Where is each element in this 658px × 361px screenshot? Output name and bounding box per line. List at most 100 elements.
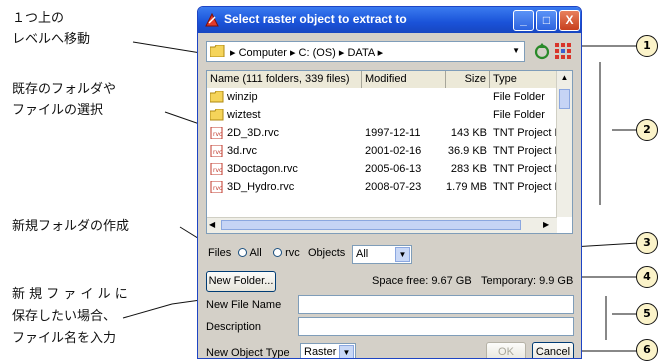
crumb-separator: ▸ bbox=[338, 47, 345, 59]
annotation-line: 新 規 フ ァ イ ル に bbox=[12, 287, 128, 302]
dialog-title: Select raster object to extract to bbox=[224, 12, 407, 26]
horizontal-scrollbar[interactable]: ◀ ▶ bbox=[207, 217, 557, 233]
file-size: 1.79 MB bbox=[446, 181, 487, 193]
annotation-line: ファイルの選択 bbox=[12, 103, 104, 118]
folder-icon bbox=[210, 109, 224, 121]
file-type: File Folder bbox=[493, 91, 545, 103]
svg-text:rvc: rvc bbox=[213, 131, 222, 138]
file-type: File Folder bbox=[493, 109, 545, 121]
file-name: 2D_3D.rvc bbox=[227, 127, 279, 139]
svg-text:rvc: rvc bbox=[213, 167, 222, 174]
breadcrumb: ▸ Computer ▸ C: (OS) ▸ DATA ▸ bbox=[230, 46, 383, 59]
scroll-left-icon[interactable]: ◀ bbox=[209, 220, 219, 229]
crumb-separator: ▸ bbox=[230, 47, 236, 59]
radio-all[interactable]: All bbox=[238, 247, 262, 259]
crumb-computer[interactable]: Computer bbox=[239, 47, 287, 59]
project-file-icon: rvc bbox=[210, 163, 223, 175]
new-file-name-label: New File Name bbox=[206, 299, 282, 311]
cancel-button[interactable]: Cancel bbox=[532, 342, 574, 358]
chevron-down-icon[interactable]: ▼ bbox=[339, 345, 354, 358]
select-raster-dialog: Select raster object to extract to _ □ X… bbox=[197, 6, 582, 359]
annotation-line: 既存のフォルダや bbox=[12, 82, 117, 97]
space-free: Space free: 9.67 GB bbox=[372, 275, 472, 287]
column-size[interactable]: Size bbox=[446, 71, 490, 88]
folder-icon bbox=[210, 45, 225, 57]
project-file-icon: rvc bbox=[210, 127, 223, 139]
crumb-drive[interactable]: C: (OS) bbox=[299, 47, 336, 59]
up-level-icon[interactable] bbox=[533, 42, 551, 60]
description-input[interactable] bbox=[298, 317, 574, 336]
file-name: 3d.rvc bbox=[227, 145, 257, 157]
new-file-name-input[interactable] bbox=[298, 295, 574, 314]
callout-2: 2 bbox=[636, 119, 658, 141]
file-modified: 2005-06-13 bbox=[365, 163, 422, 175]
list-item[interactable]: rvc 3D_Hydro.rvc 2008-07-23 1.79 MB TNT Proj… bbox=[207, 178, 557, 196]
column-name[interactable]: Name (111 folders, 339 files) bbox=[207, 71, 362, 88]
view-grid-icon[interactable] bbox=[554, 42, 572, 60]
new-object-type-label: New Object Type bbox=[206, 347, 290, 359]
title-bar[interactable]: Select raster object to extract to _ □ X bbox=[198, 7, 581, 33]
list-header: Name (111 folders, 339 files) Modified S… bbox=[207, 71, 557, 88]
crumb-separator: ▸ bbox=[377, 47, 384, 59]
file-name: winzip bbox=[227, 91, 258, 103]
list-item[interactable]: rvc 3Doctagon.rvc 2005-06-13 283 KB TNT Proj… bbox=[207, 160, 557, 178]
file-name: 3D_Hydro.rvc bbox=[227, 181, 295, 193]
list-item[interactable]: wiztest File Folder bbox=[207, 106, 557, 124]
file-modified: 2001-02-16 bbox=[365, 145, 422, 157]
path-breadcrumb[interactable]: ▸ Computer ▸ C: (OS) ▸ DATA ▸ ▼ bbox=[206, 41, 525, 62]
chevron-down-icon[interactable]: ▼ bbox=[512, 46, 520, 55]
objects-label: Objects bbox=[308, 247, 346, 259]
file-size: 143 KB bbox=[450, 127, 487, 139]
close-button[interactable]: X bbox=[559, 10, 580, 31]
objects-select[interactable]: All ▼ bbox=[352, 245, 412, 264]
minimize-button[interactable]: _ bbox=[513, 10, 534, 31]
scroll-right-icon[interactable]: ▶ bbox=[543, 220, 553, 229]
list-item[interactable]: rvc 2D_3D.rvc 1997-12-11 143 KB TNT Project … bbox=[207, 124, 557, 142]
file-list[interactable]: Name (111 folders, 339 files) Modified S… bbox=[206, 70, 573, 234]
file-type: TNT Project F bbox=[493, 163, 557, 175]
hscroll-thumb[interactable] bbox=[221, 220, 521, 230]
list-item[interactable]: winzip File Folder bbox=[207, 88, 557, 106]
annotation-select-existing: 既存のフォルダや ファイルの選択 bbox=[12, 79, 116, 121]
annotation-upper-move: １つ上の レベルへ移動 bbox=[12, 8, 90, 50]
radio-button[interactable] bbox=[273, 248, 282, 257]
column-type[interactable]: Type bbox=[490, 71, 557, 88]
crumb-separator: ▸ bbox=[289, 47, 296, 59]
file-type: TNT Project F bbox=[493, 127, 557, 139]
annotation-line: ファイル名を入力 bbox=[12, 331, 117, 346]
project-file-icon: rvc bbox=[210, 145, 223, 157]
radio-rvc-label: rvc bbox=[285, 247, 300, 259]
scroll-up-icon[interactable]: ▲ bbox=[559, 73, 570, 83]
svg-text:rvc: rvc bbox=[213, 185, 222, 192]
callout-5: 5 bbox=[636, 303, 658, 325]
objects-select-value: All bbox=[356, 248, 369, 260]
file-name: wiztest bbox=[227, 109, 261, 121]
callout-1: 1 bbox=[636, 35, 658, 57]
description-label: Description bbox=[206, 321, 262, 333]
object-type-value: Raster bbox=[304, 346, 337, 358]
file-size: 283 KB bbox=[450, 163, 487, 175]
svg-text:rvc: rvc bbox=[213, 149, 222, 156]
file-modified: 2008-07-23 bbox=[365, 181, 422, 193]
column-modified[interactable]: Modified bbox=[362, 71, 446, 88]
file-size: 36.9 KB bbox=[447, 145, 487, 157]
list-item[interactable]: rvc 3d.rvc 2001-02-16 36.9 KB TNT Project F bbox=[207, 142, 557, 160]
vertical-scrollbar[interactable]: ▲ bbox=[556, 71, 572, 217]
object-type-select[interactable]: Raster ▼ bbox=[300, 343, 356, 358]
new-folder-button[interactable]: New Folder... bbox=[206, 271, 276, 292]
ok-button[interactable]: OK bbox=[486, 342, 526, 358]
files-label: Files bbox=[208, 247, 232, 259]
radio-button[interactable] bbox=[238, 248, 247, 257]
scroll-thumb[interactable] bbox=[559, 89, 570, 109]
annotation-new-folder: 新規フォルダの作成 bbox=[12, 219, 130, 234]
annotation-line: レベルへ移動 bbox=[12, 32, 91, 47]
annotation-line: １つ上の bbox=[12, 11, 65, 26]
crumb-data[interactable]: DATA bbox=[347, 47, 374, 59]
maximize-button[interactable]: □ bbox=[536, 10, 557, 31]
callout-6: 6 bbox=[636, 339, 658, 361]
file-modified: 1997-12-11 bbox=[365, 127, 421, 139]
chevron-down-icon[interactable]: ▼ bbox=[395, 247, 410, 262]
annotation-save-new-file: 新 規 フ ァ イ ル に 保存したい場合、 ファイル名を入力 bbox=[12, 284, 128, 350]
radio-rvc[interactable]: rvc bbox=[273, 247, 300, 259]
file-type: TNT Project F bbox=[493, 145, 557, 157]
